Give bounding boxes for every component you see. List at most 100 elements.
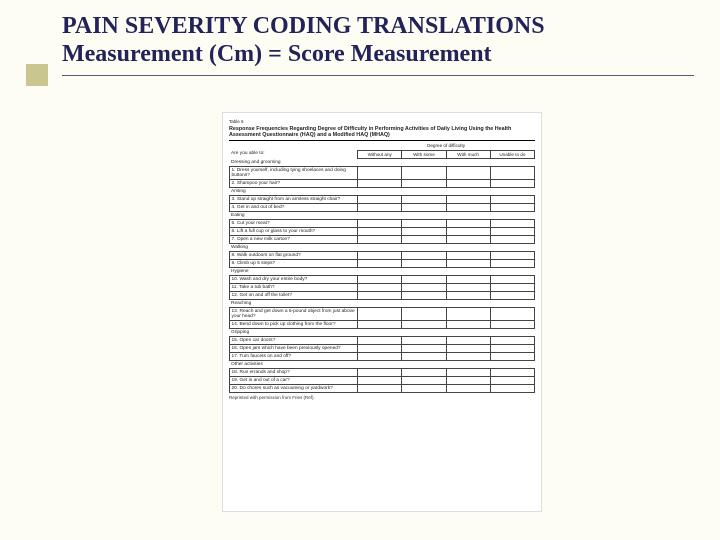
response-cell (358, 276, 402, 284)
response-cell (402, 385, 446, 393)
response-cell (402, 337, 446, 345)
response-cell (358, 260, 402, 268)
table-row: 14. Bend down to pick up clothing from t… (230, 321, 535, 329)
table-row: 10. Wash and dry your entire body? (230, 276, 535, 284)
section-header: Walking (230, 244, 535, 252)
response-cell (446, 369, 490, 377)
table-row: 13. Reach and get down a 5-pound object … (230, 308, 535, 321)
response-cell (402, 284, 446, 292)
response-cell (490, 321, 534, 329)
response-cell (402, 167, 446, 180)
response-cell (402, 252, 446, 260)
question-cell: 5. Cut your meat? (230, 220, 358, 228)
slide: PAIN SEVERITY CODING TRANSLATIONS Measur… (26, 12, 700, 528)
question-cell: 18. Run errands and shop? (230, 369, 358, 377)
response-cell (402, 377, 446, 385)
col-1: With some (402, 151, 446, 159)
response-cell (446, 321, 490, 329)
table-row: 4. Get in and out of bed? (230, 204, 535, 212)
response-cell (402, 345, 446, 353)
response-cell (358, 228, 402, 236)
response-cell (490, 377, 534, 385)
response-cell (402, 308, 446, 321)
question-cell: 2. Shampoo your hair? (230, 180, 358, 188)
lead-question: Are you able to: (230, 151, 358, 159)
table-row: 11. Take a tub bath? (230, 284, 535, 292)
section-header: Reaching (230, 300, 535, 308)
response-cell (490, 252, 534, 260)
form-heading: Response Frequencies Regarding Degree of… (229, 126, 535, 140)
table-row: 1. Dress yourself, including tying shoel… (230, 167, 535, 180)
question-cell: 13. Reach and get down a 5-pound object … (230, 308, 358, 321)
question-cell: 19. Get in and out of a car? (230, 377, 358, 385)
table-row: 19. Get in and out of a car? (230, 377, 535, 385)
section-header: Arising (230, 188, 535, 196)
response-cell (490, 292, 534, 300)
response-cell (358, 292, 402, 300)
section-header: Dressing and grooming (230, 159, 535, 167)
question-cell: 12. Get on and off the toilet? (230, 292, 358, 300)
response-cell (490, 228, 534, 236)
embedded-form: Table 6 Response Frequencies Regarding D… (222, 112, 542, 512)
table-row: 5. Cut your meat? (230, 220, 535, 228)
question-cell: 15. Open car doors? (230, 337, 358, 345)
col-2: With much (446, 151, 490, 159)
response-cell (358, 308, 402, 321)
response-cell (490, 353, 534, 361)
question-cell: 20. Do chores such as vacuuming or yardw… (230, 385, 358, 393)
response-cell (402, 292, 446, 300)
table-row: 20. Do chores such as vacuuming or yardw… (230, 385, 535, 393)
question-cell: 6. Lift a full cup or glass to your mout… (230, 228, 358, 236)
question-cell: 11. Take a tub bath? (230, 284, 358, 292)
response-cell (490, 196, 534, 204)
table-row: 6. Lift a full cup or glass to your mout… (230, 228, 535, 236)
response-cell (446, 345, 490, 353)
response-cell (446, 337, 490, 345)
response-cell (446, 220, 490, 228)
response-cell (446, 196, 490, 204)
response-cell (402, 204, 446, 212)
response-cell (402, 276, 446, 284)
question-cell: 8. Walk outdoors on flat ground? (230, 252, 358, 260)
response-cell (358, 196, 402, 204)
title-block: PAIN SEVERITY CODING TRANSLATIONS Measur… (62, 12, 700, 69)
response-cell (358, 321, 402, 329)
response-cell (446, 284, 490, 292)
response-cell (402, 321, 446, 329)
table-label: Table 6 (229, 119, 535, 124)
response-cell (490, 204, 534, 212)
response-cell (446, 308, 490, 321)
response-cell (490, 167, 534, 180)
table-row: 8. Walk outdoors on flat ground? (230, 252, 535, 260)
response-cell (490, 220, 534, 228)
response-cell (358, 345, 402, 353)
response-cell (490, 284, 534, 292)
question-cell: 14. Bend down to pick up clothing from t… (230, 321, 358, 329)
response-cell (490, 385, 534, 393)
response-cell (446, 167, 490, 180)
haq-table: Degree of difficulty Are you able to: Wi… (229, 143, 535, 394)
section-header: Eating (230, 212, 535, 220)
response-cell (446, 236, 490, 244)
question-cell: 9. Climb up 5 steps? (230, 260, 358, 268)
response-cell (446, 252, 490, 260)
response-cell (358, 377, 402, 385)
response-cell (446, 260, 490, 268)
response-cell (358, 337, 402, 345)
response-cell (490, 337, 534, 345)
response-cell (358, 385, 402, 393)
question-cell: 16. Open jars which have been previously… (230, 345, 358, 353)
response-cell (402, 180, 446, 188)
table-row: 2. Shampoo your hair? (230, 180, 535, 188)
title-line-1: PAIN SEVERITY CODING TRANSLATIONS (62, 12, 700, 40)
response-cell (402, 353, 446, 361)
response-cell (358, 220, 402, 228)
accent-square (26, 64, 48, 86)
question-cell: 3. Stand up straight from an armless str… (230, 196, 358, 204)
section-header: Other activities (230, 361, 535, 369)
table-row: 12. Get on and off the toilet? (230, 292, 535, 300)
response-cell (446, 276, 490, 284)
response-cell (446, 385, 490, 393)
table-row: 9. Climb up 5 steps? (230, 260, 535, 268)
col-3: Unable to do (490, 151, 534, 159)
